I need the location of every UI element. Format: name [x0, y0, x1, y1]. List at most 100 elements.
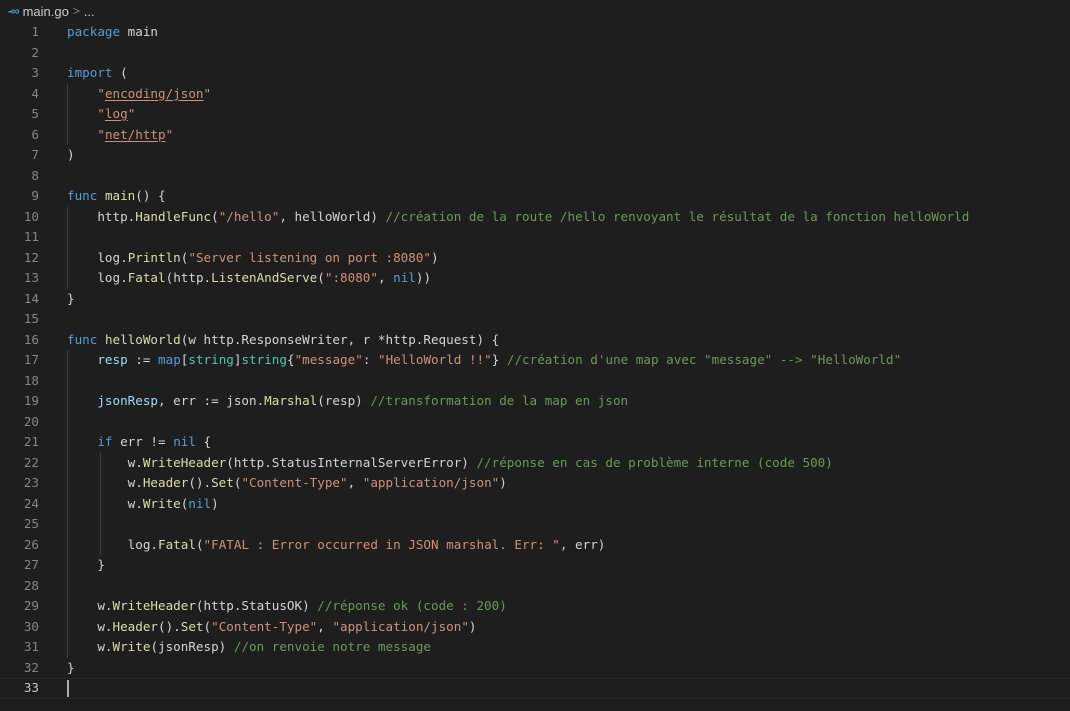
code-token: ( [203, 618, 212, 634]
code-token: { [286, 352, 295, 367]
code-token: (w http.ResponseWriter, r *http.Request)… [180, 331, 500, 347]
code-token: HandleFunc [135, 208, 212, 224]
code-token: { [195, 434, 212, 449]
code-token: helloWorld [104, 331, 181, 347]
code-text: w.WriteHeader(http.StatusOK) //réponse o… [67, 596, 506, 617]
line-number: 21 [23, 434, 39, 449]
code-line[interactable]: 6 "net/http" [0, 124, 1070, 145]
indent-guide [67, 411, 68, 432]
code-line[interactable]: 17 resp := map[string]string{"message": … [0, 350, 1070, 371]
code-token: , [377, 270, 394, 285]
code-token: encoding/json [104, 85, 204, 101]
line-number: 1 [31, 24, 39, 39]
code-text: import ( [67, 63, 128, 84]
code-text: w.Write(jsonResp) //on renvoie notre mes… [67, 637, 431, 658]
code-token: (). [158, 618, 181, 634]
text-cursor [67, 680, 69, 697]
chevron-right-icon: > [72, 4, 80, 18]
code-token: func [67, 331, 98, 347]
code-token: } [67, 659, 75, 675]
code-token: , err) [559, 536, 606, 552]
code-token: Set [211, 475, 234, 490]
line-number: 9 [31, 188, 39, 203]
code-line[interactable]: 24 w.Write(nil) [0, 493, 1070, 514]
code-token: string [188, 352, 234, 367]
code-line[interactable]: 2 [0, 43, 1070, 64]
code-token: ListenAndServe [211, 270, 318, 285]
code-line[interactable]: 8 [0, 166, 1070, 187]
code-token: ( [112, 65, 128, 80]
code-token: " [127, 106, 136, 121]
go-file-icon: -∞ [8, 4, 20, 18]
code-text: if err != nil { [67, 432, 211, 453]
code-line[interactable]: 30 w.Header().Set("Content-Type", "appli… [0, 616, 1070, 638]
code-line[interactable]: 22 w.WriteHeader(http.StatusInternalServ… [0, 452, 1070, 473]
code-token: , helloWorld) [279, 208, 386, 224]
line-number: 32 [23, 659, 39, 675]
indent-guide [67, 227, 68, 248]
code-line[interactable]: 33 [0, 678, 1070, 699]
code-token: ( [211, 208, 219, 224]
code-token: ) [499, 475, 507, 490]
line-number: 7 [31, 147, 39, 162]
code-text: package main [67, 22, 158, 43]
code-text: w.Header().Set("Content-Type", "applicat… [67, 617, 476, 638]
code-token: (http. [165, 270, 212, 285]
code-line[interactable]: 1 package main [0, 22, 1070, 43]
code-line[interactable]: 5 "log" [0, 104, 1070, 125]
code-token: Write [142, 495, 181, 511]
code-line[interactable]: 32} [0, 658, 1070, 679]
code-line[interactable]: 25 [0, 514, 1070, 535]
code-token: "Server listening on port :8080" [188, 249, 431, 265]
code-line[interactable]: 13 log.Fatal(http.ListenAndServe(":8080"… [0, 268, 1070, 289]
code-line[interactable]: 19 jsonResp, err := json.Marshal(resp) /… [0, 391, 1070, 412]
code-line[interactable]: 20 [0, 411, 1070, 432]
code-line[interactable]: 26 log.Fatal("FATAL : Error occurred in … [0, 534, 1070, 556]
line-number: 12 [23, 249, 39, 265]
code-token: ) [431, 249, 439, 265]
code-editor[interactable]: 1 package main 2 3 import (4 "encoding/json"… [0, 22, 1070, 699]
code-line[interactable]: 15 [0, 309, 1070, 330]
code-token: Fatal [127, 270, 166, 285]
code-line[interactable]: 21 if err != nil { [0, 432, 1070, 453]
line-number: 24 [23, 495, 39, 511]
indent-guide [67, 370, 68, 391]
code-token: package [67, 24, 121, 39]
code-token: //réponse en cas de problème interne (co… [476, 454, 833, 470]
code-line[interactable]: 14} [0, 289, 1070, 310]
code-line[interactable]: 18 [0, 370, 1070, 391]
code-line[interactable]: 16 func helloWorld(w http.ResponseWriter,… [0, 330, 1070, 351]
line-number: 16 [23, 331, 39, 347]
code-token: Marshal [264, 393, 318, 408]
code-text: } [67, 658, 75, 679]
code-line[interactable]: 12 log.Println("Server listening on port… [0, 247, 1070, 268]
code-line[interactable]: 27 } [0, 555, 1070, 576]
code-line[interactable]: 11 [0, 227, 1070, 248]
code-token: "Content-Type" [241, 475, 348, 490]
code-token: //création de la route /hello renvoyant … [385, 208, 970, 224]
breadcrumb: -∞ main.go > ... [0, 0, 1070, 22]
code-text: log.Fatal("FATAL : Error occurred in JSO… [67, 535, 606, 556]
code-line[interactable]: 7) [0, 145, 1070, 166]
code-text: func main() { [67, 186, 166, 207]
code-token: main [120, 24, 158, 39]
code-line[interactable]: 4 "encoding/json" [0, 83, 1070, 105]
code-line[interactable]: 23 w.Header().Set("Content-Type", "appli… [0, 473, 1070, 494]
code-token: := [127, 352, 159, 367]
code-token: " [165, 126, 174, 142]
code-token: " [203, 85, 212, 101]
code-line[interactable]: 28 [0, 575, 1070, 596]
code-line[interactable]: 31 w.Write(jsonResp) //on renvoie notre … [0, 637, 1070, 658]
code-line[interactable]: 10 http.HandleFunc("/hello", helloWorld)… [0, 206, 1070, 227]
code-text: } [67, 555, 105, 576]
breadcrumb-file[interactable]: main.go [23, 4, 69, 19]
code-token: Write [112, 639, 151, 654]
code-text: "encoding/json" [67, 84, 211, 105]
code-line[interactable]: 3 import ( [0, 63, 1070, 84]
breadcrumb-symbols[interactable]: ... [84, 4, 95, 19]
code-token: (). [188, 475, 212, 490]
code-line[interactable]: 29 w.WriteHeader(http.StatusOK) //répons… [0, 596, 1070, 617]
code-line[interactable]: 9 func main() { [0, 186, 1070, 207]
code-token: } [97, 557, 105, 572]
